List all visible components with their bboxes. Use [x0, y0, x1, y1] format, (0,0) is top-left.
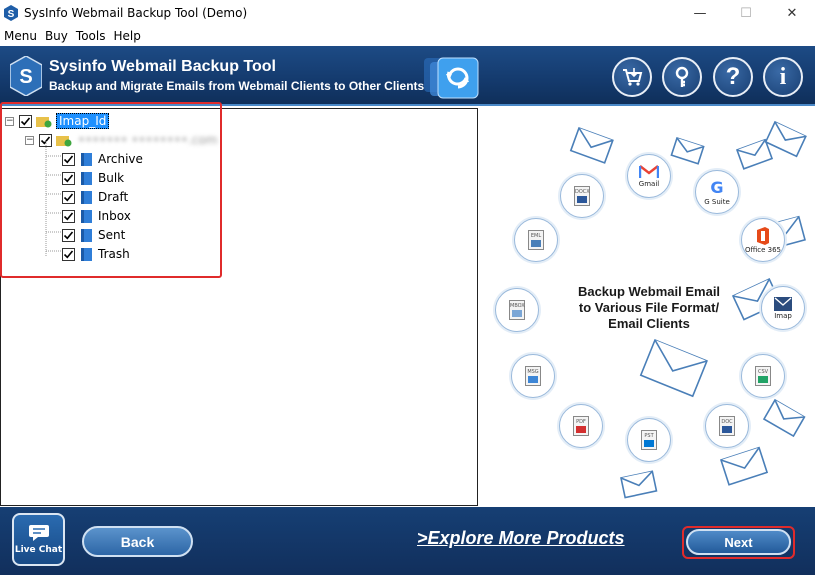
live-chat-button[interactable]: Live Chat	[12, 513, 65, 566]
cart-icon	[623, 68, 643, 86]
maximize-button[interactable]: ☐	[723, 0, 769, 27]
window-title: SysInfo Webmail Backup Tool (Demo)	[24, 6, 248, 20]
app-icon: S	[4, 5, 18, 21]
sync-envelope-icon	[424, 57, 479, 99]
minimize-button[interactable]: —	[677, 0, 723, 27]
svg-text:S: S	[8, 9, 15, 20]
help-button[interactable]: ?	[713, 57, 753, 97]
gsuite-icon: G	[710, 178, 724, 197]
key-button[interactable]	[662, 57, 702, 97]
gmail-icon	[639, 164, 659, 179]
highlight-frame	[0, 102, 222, 278]
title-bar: S SysInfo Webmail Backup Tool (Demo) — ☐…	[0, 0, 815, 27]
office365-icon	[757, 226, 769, 245]
illustration-panel: Backup Webmail Email to Various File For…	[479, 108, 815, 506]
docx-badge: DOCX	[560, 174, 604, 218]
office365-badge: Office 365	[741, 218, 785, 262]
doc-badge: DOC	[705, 404, 749, 448]
info-button[interactable]: i	[763, 57, 803, 97]
live-chat-label: Live Chat	[14, 545, 63, 555]
close-button[interactable]: ✕	[769, 0, 815, 27]
app-title: Sysinfo Webmail Backup Tool	[49, 58, 276, 75]
key-icon	[675, 66, 689, 87]
menu-item-buy[interactable]: Buy	[41, 27, 72, 45]
info-icon: i	[779, 63, 787, 90]
imap-icon	[774, 296, 792, 311]
explore-products-link[interactable]: >Explore More Products	[417, 528, 625, 549]
header-banner: S Sysinfo Webmail Backup Tool Backup and…	[0, 46, 815, 106]
eml-badge: EML	[514, 218, 558, 262]
menu-item-menu[interactable]: Menu	[0, 27, 41, 45]
mbox-badge: MBOX	[495, 288, 539, 332]
illustration-caption: Backup Webmail Email to Various File For…	[577, 284, 721, 331]
app-subtitle: Backup and Migrate Emails from Webmail C…	[49, 79, 425, 93]
imap-badge: Imap	[761, 286, 805, 330]
pdf-badge: PDF	[559, 404, 603, 448]
menu-bar: Menu Buy Tools Help	[0, 27, 815, 45]
gsuite-badge: G G Suite	[695, 170, 739, 214]
svg-text:S: S	[19, 66, 32, 88]
next-button[interactable]: Next	[686, 529, 791, 555]
pst-badge: PST	[627, 418, 671, 462]
logo-icon: S	[10, 56, 42, 96]
gmail-badge: Gmail	[627, 154, 671, 198]
csv-badge: CSV	[741, 354, 785, 398]
msg-badge: MSG	[511, 354, 555, 398]
menu-item-help[interactable]: Help	[109, 27, 144, 45]
menu-item-tools[interactable]: Tools	[72, 27, 110, 45]
chat-bubble-icon	[28, 525, 49, 541]
cart-button[interactable]	[612, 57, 652, 97]
back-button[interactable]: Back	[82, 526, 193, 557]
help-icon: ?	[725, 63, 741, 90]
